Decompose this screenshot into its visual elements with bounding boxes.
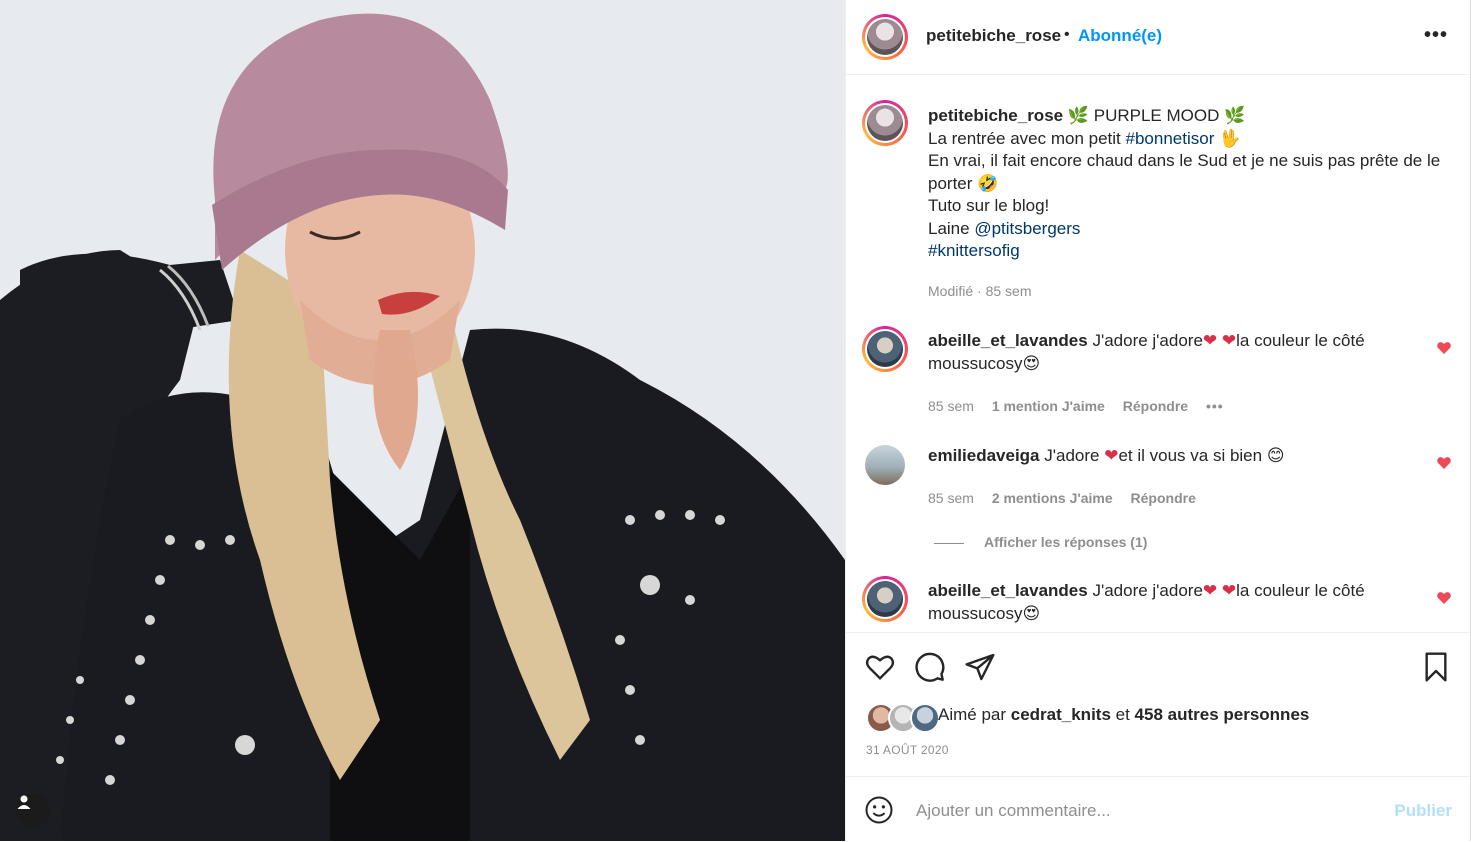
comment-avatar[interactable] (862, 326, 908, 372)
comment-input[interactable]: Ajouter un commentaire... (916, 801, 1111, 821)
post-header: petitebiche_rose • Abonné(e) ••• (846, 0, 1470, 75)
reply-button[interactable]: Répondre (1131, 490, 1196, 506)
comment-username[interactable]: emiliedaveiga (928, 446, 1040, 465)
post-date[interactable]: 31 AOÛT 2020 (866, 743, 949, 757)
author-username[interactable]: petitebiche_rose (926, 26, 1061, 46)
comment-meta: 85 sem 1 mention J'aime Répondre ••• (928, 398, 1224, 414)
heart-emoji: ❤ (1202, 581, 1218, 600)
caption-line2: En vrai, il fait encore chaud dans le Su… (928, 151, 1441, 193)
caption: petitebiche_rose 🌿 PURPLE MOOD 🌿 La rent… (928, 105, 1448, 263)
comment-time: 85 sem (928, 398, 974, 414)
hand-emoji: 🖖 (1219, 128, 1241, 148)
photo-illustration (0, 0, 845, 841)
smile-emoji: 😍 (1022, 603, 1041, 623)
comment-part-a: J'adore (1044, 446, 1105, 465)
heart-icon[interactable] (1436, 455, 1452, 471)
likes-middle: et (1110, 705, 1135, 724)
heart-icon[interactable] (864, 651, 896, 683)
comment-meta: 85 sem 2 mentions J'aime Répondre (928, 490, 1196, 506)
caption-meta: Modifié · 85 sem (928, 283, 1032, 299)
post-comment-button[interactable]: Publier (1394, 801, 1452, 821)
heart-emoji: ❤ (1104, 446, 1119, 465)
caption-line3: Tuto sur le blog! (928, 196, 1050, 215)
likes-summary: Aimé par cedrat_knits et 458 autres pers… (938, 705, 1309, 725)
comment-likes[interactable]: 2 mentions J'aime (992, 490, 1113, 506)
likes-others[interactable]: 458 autres personnes (1135, 705, 1310, 724)
comment-avatar[interactable] (862, 576, 908, 622)
heart-icon[interactable] (1436, 590, 1452, 606)
likes-user[interactable]: cedrat_knits (1011, 705, 1111, 724)
comment-username[interactable]: abeille_et_lavandes (928, 331, 1088, 350)
hashtag-knittersofig[interactable]: #knittersofig (928, 241, 1020, 260)
smile-emoji: 😊 (1266, 446, 1285, 465)
caption-title: PURPLE MOOD (1093, 106, 1220, 125)
comment-part-b: et il vous va si bien (1118, 446, 1267, 465)
view-replies-button[interactable]: Afficher les réponses (1) (934, 534, 1147, 550)
post-side-panel: petitebiche_rose • Abonné(e) ••• petiteb… (845, 0, 1471, 841)
leaf-emoji: 🌿 (1067, 106, 1090, 125)
smile-emoji: 😍 (1022, 353, 1041, 373)
post-actions: Aimé par cedrat_knits et 458 autres pers… (846, 632, 1470, 777)
comment-options-icon[interactable]: ••• (1206, 398, 1224, 414)
replies-divider (934, 542, 964, 544)
separator-dot: • (1064, 26, 1070, 43)
comment-icon[interactable] (914, 651, 946, 683)
comment-part-a: J'adore j'adore (1092, 581, 1203, 600)
author-avatar[interactable] (862, 14, 908, 60)
caption-username[interactable]: petitebiche_rose (928, 106, 1063, 125)
mention-ptitsbergers[interactable]: @ptitsbergers (974, 219, 1080, 238)
post-photo[interactable] (0, 0, 845, 841)
emoji-icon[interactable] (864, 795, 894, 825)
caption-line4: Laine (928, 218, 975, 238)
bookmark-icon[interactable] (1420, 651, 1452, 683)
comment-part-a: J'adore j'adore (1092, 331, 1203, 350)
laugh-emoji: 🤣 (977, 173, 999, 193)
comment-avatar[interactable] (865, 445, 905, 485)
add-comment-bar: Ajouter un commentaire... Publier (846, 776, 1470, 842)
liker-avatar[interactable] (910, 703, 940, 733)
view-replies-label[interactable]: Afficher les réponses (1) (984, 534, 1147, 550)
heart-emoji: ❤ (1221, 581, 1237, 600)
reply-button[interactable]: Répondre (1123, 398, 1188, 414)
heart-icon[interactable] (1436, 340, 1452, 356)
caption-avatar[interactable] (862, 100, 908, 146)
comment-time: 85 sem (928, 490, 974, 506)
comments-list[interactable]: petitebiche_rose 🌿 PURPLE MOOD 🌿 La rent… (846, 75, 1470, 632)
caption-line1: La rentrée avec mon petit (928, 128, 1126, 148)
leaf-emoji: 🌿 (1224, 106, 1246, 125)
share-icon[interactable] (964, 651, 996, 683)
comment-text: emiliedaveiga J'adore ❤et il vous va si … (928, 445, 1448, 468)
comment-text: abeille_et_lavandes J'adore j'adore❤ ❤la… (928, 330, 1448, 375)
comment-username[interactable]: abeille_et_lavandes (928, 581, 1088, 600)
comment-likes[interactable]: 1 mention J'aime (992, 398, 1105, 414)
likes-prefix: Aimé par (938, 705, 1011, 724)
heart-emoji: ❤ (1221, 331, 1237, 350)
follow-status[interactable]: Abonné(e) (1078, 26, 1162, 46)
heart-emoji: ❤ (1202, 331, 1218, 350)
comment-text: abeille_et_lavandes J'adore j'adore❤ ❤la… (928, 580, 1448, 625)
user-tag-icon[interactable] (16, 794, 50, 828)
hashtag-bonnetisor[interactable]: #bonnetisor (1126, 129, 1215, 148)
more-icon[interactable]: ••• (1424, 24, 1448, 47)
